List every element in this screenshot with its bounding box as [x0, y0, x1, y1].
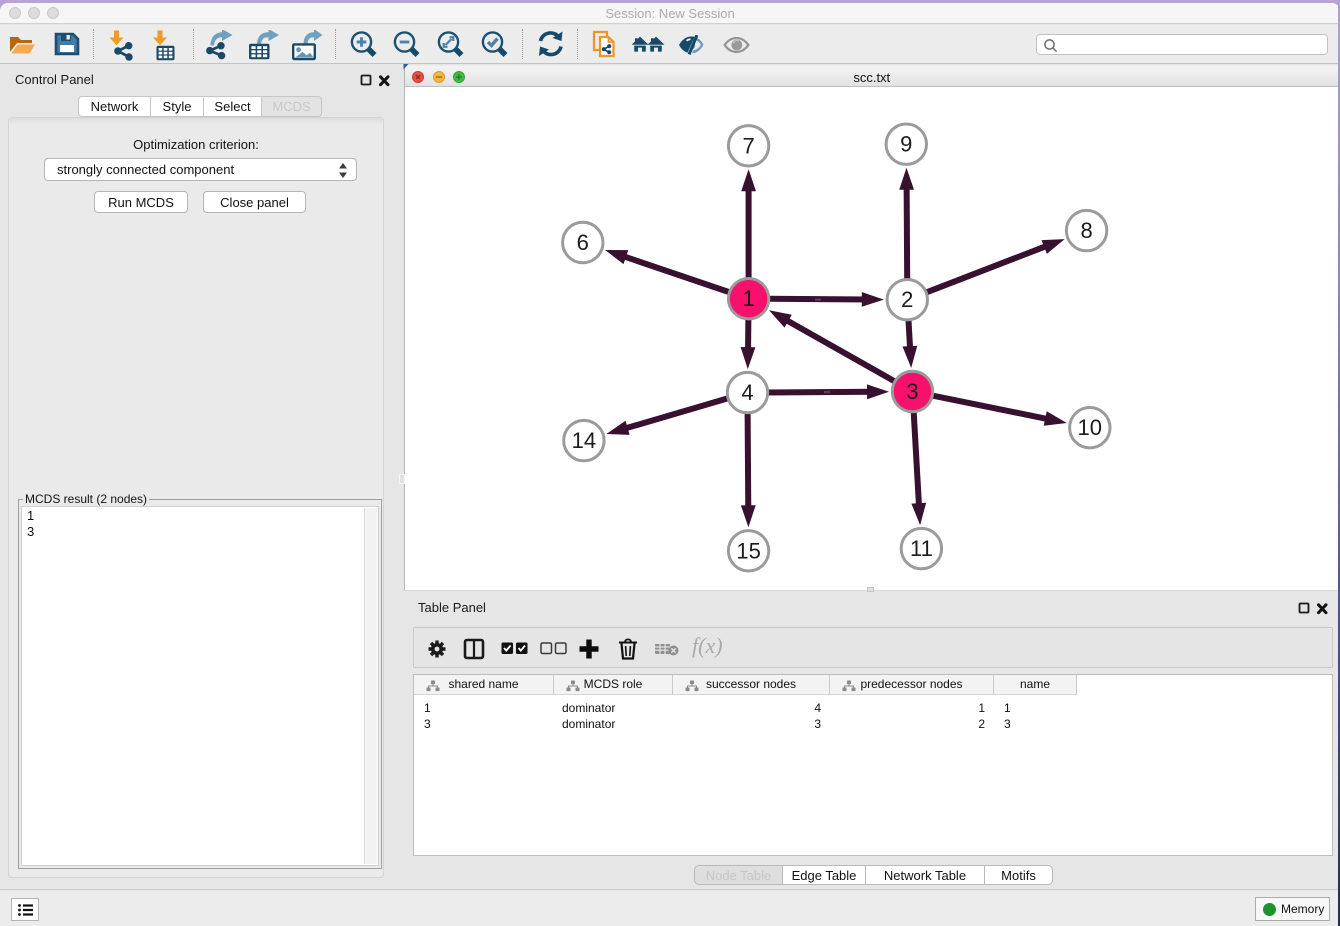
svg-text:9: 9 [900, 132, 912, 157]
svg-text:15: 15 [736, 538, 760, 563]
svg-text:10: 10 [1078, 415, 1102, 440]
svg-text:14: 14 [572, 428, 596, 453]
svg-text:8: 8 [1080, 218, 1092, 243]
svg-text:1: 1 [742, 286, 754, 311]
svg-text:6: 6 [577, 230, 589, 255]
svg-text:2: 2 [901, 287, 913, 312]
svg-text:7: 7 [742, 133, 754, 158]
svg-text:4: 4 [741, 380, 753, 405]
svg-text:3: 3 [906, 379, 918, 404]
svg-text:11: 11 [910, 536, 933, 561]
